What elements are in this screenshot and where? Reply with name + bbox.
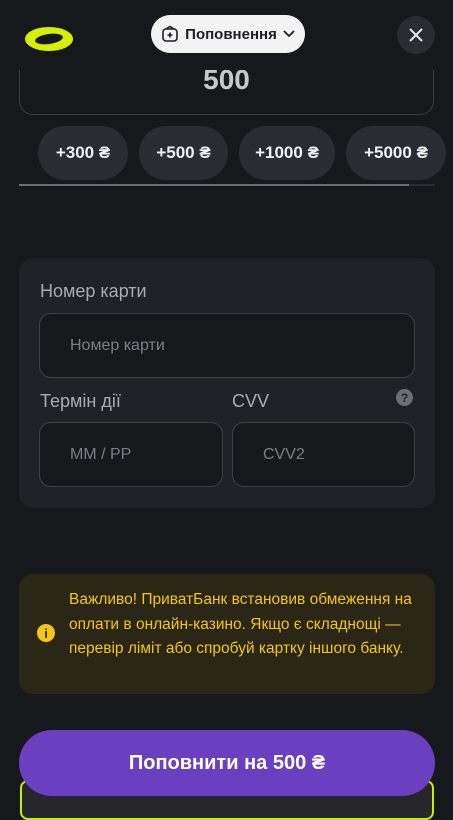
cvv-label: CVV (232, 391, 270, 411)
help-icon[interactable]: ? (396, 389, 413, 406)
preset-button[interactable]: +300 ₴ (38, 126, 128, 180)
card-number-placeholder: Номер карти (70, 336, 165, 354)
expiry-field[interactable]: MM / PP (39, 422, 223, 487)
submit-deposit-button[interactable]: Поповнити на 500 ₴ (19, 730, 435, 796)
card-form: Номер карти Номер карти Термін дії CVV ?… (19, 258, 435, 508)
chevron-down-icon (283, 30, 295, 38)
preset-button[interactable]: +500 ₴ (139, 126, 228, 180)
presets-scrollbar[interactable] (19, 184, 435, 186)
scrollbar-thumb[interactable] (19, 184, 409, 186)
cvv-placeholder: CVV2 (263, 445, 305, 463)
deposit-label: Поповнення (185, 25, 277, 43)
preset-button[interactable]: +5000 ₴ (346, 126, 446, 180)
header: Поповнення (0, 0, 453, 70)
deposit-dropdown[interactable]: Поповнення (151, 15, 305, 53)
preset-button[interactable]: +1000 ₴ (239, 126, 335, 180)
info-icon: i (37, 624, 55, 642)
card-number-label: Номер карти (40, 281, 147, 301)
card-number-field[interactable]: Номер карти (39, 313, 415, 378)
cvv-field[interactable]: CVV2 (232, 422, 415, 487)
wallet-plus-icon (162, 25, 178, 42)
expiry-placeholder: MM / PP (70, 445, 132, 463)
preset-amounts: +300 ₴ +500 ₴ +1000 ₴ +5000 ₴ (38, 126, 446, 180)
expiry-label: Термін дії (40, 391, 121, 411)
close-icon (409, 28, 423, 42)
brand-logo[interactable] (22, 24, 76, 54)
privatbank-notice: Важливо! ПриватБанк встановив обмеження … (19, 574, 435, 694)
notice-text: Важливо! ПриватБанк встановив обмеження … (69, 591, 412, 657)
close-button[interactable] (397, 16, 435, 54)
